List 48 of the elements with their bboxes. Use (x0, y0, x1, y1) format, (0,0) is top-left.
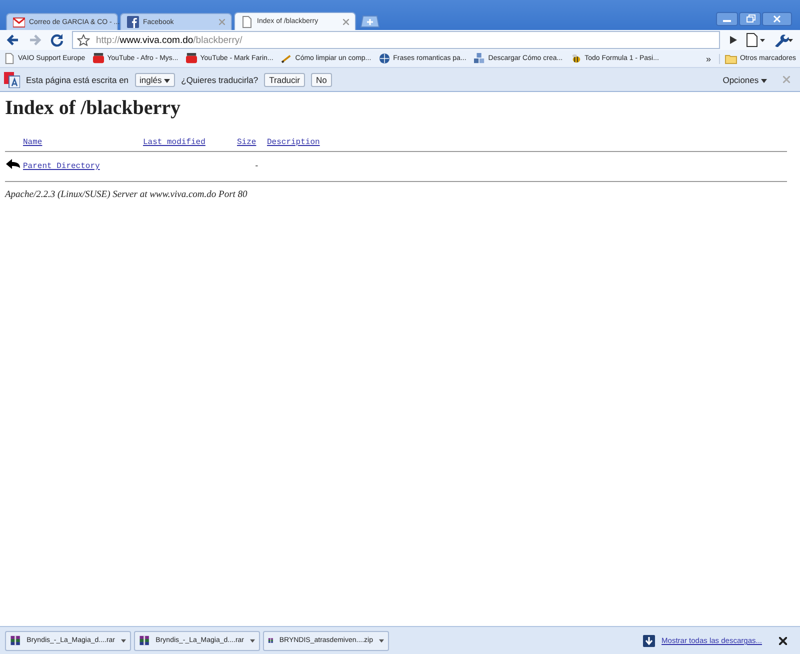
language-dropdown[interactable]: inglés (134, 72, 176, 86)
play-icon[interactable] (728, 35, 738, 45)
caret-icon[interactable] (121, 638, 126, 642)
insect-icon (570, 53, 582, 64)
reload-icon[interactable] (50, 33, 64, 47)
options-menu[interactable]: Opciones (722, 74, 767, 84)
back-arrow-icon[interactable] (6, 33, 20, 47)
more-bookmarks-button[interactable]: » (706, 54, 711, 64)
translate-icon (4, 72, 20, 88)
star-icon[interactable] (77, 34, 90, 46)
caret-icon (761, 78, 767, 82)
address-bar[interactable]: http://www.viva.com.do/blackberry/ (72, 31, 720, 49)
facebook-f-icon (127, 16, 139, 28)
download-icon (642, 634, 655, 646)
video-logo-icon (186, 53, 198, 64)
column-sort-link[interactable]: Name (23, 138, 42, 147)
page-icon (241, 16, 253, 28)
translate-prompt: Esta página está escrita en (26, 74, 129, 84)
caret-icon (164, 78, 170, 82)
restore-icon[interactable] (739, 12, 761, 26)
page-heading: Index of /blackberry (5, 97, 182, 120)
globe-icon (379, 53, 390, 64)
close-icon[interactable] (779, 636, 787, 644)
column-sort-link[interactable]: Size (237, 138, 256, 147)
archive-icon (10, 634, 21, 647)
column-sort-link[interactable]: Description (267, 138, 320, 147)
envelope-icon (13, 16, 25, 28)
cubes-icon (474, 53, 486, 64)
archive-icon (139, 634, 150, 647)
back-arrow-icon (5, 158, 21, 172)
pen-icon (281, 53, 292, 64)
close-tab-icon[interactable] (343, 18, 349, 24)
video-logo-icon (93, 53, 104, 64)
no-button[interactable]: No (311, 72, 332, 86)
new-tab-icon[interactable] (360, 15, 380, 28)
server-signature: Apache/2.2.3 (Linux/SUSE) Server at www.viva.com.do Port 80 (5, 190, 248, 200)
translate-button[interactable]: Traducir (264, 72, 305, 86)
caret-icon[interactable] (379, 638, 384, 642)
folder-icon (724, 54, 737, 64)
page-menu-icon[interactable] (746, 33, 766, 47)
page-icon (4, 53, 15, 64)
caret-icon[interactable] (250, 638, 255, 642)
size-cell: - (254, 162, 259, 171)
directory-link[interactable]: Parent Directory (23, 162, 100, 171)
column-sort-link[interactable]: Last modified (143, 138, 206, 147)
translate-question: ¿Quieres traducirla? (181, 74, 258, 84)
wrench-icon[interactable] (774, 33, 794, 47)
minimize-icon[interactable] (716, 12, 738, 26)
